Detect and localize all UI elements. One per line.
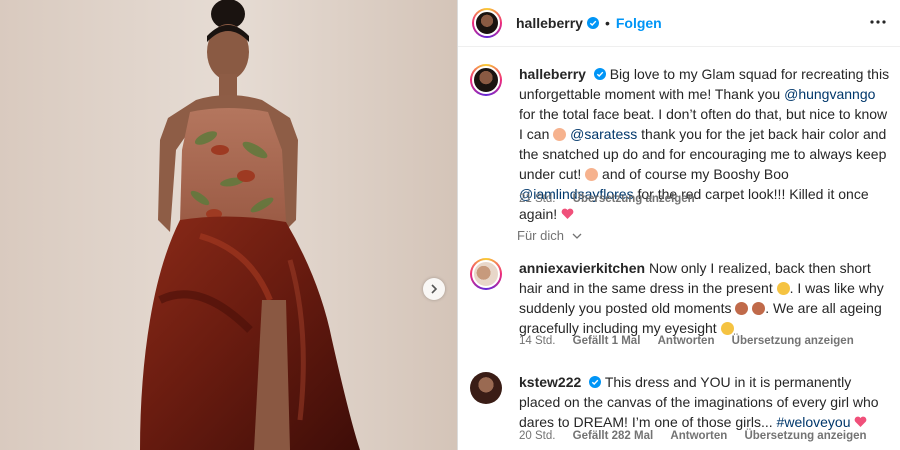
emoji-icon bbox=[735, 302, 749, 315]
heart-emoji-icon bbox=[855, 416, 867, 427]
hashtag-link[interactable]: #weloveyou bbox=[777, 414, 851, 430]
mention-link[interactable]: @saratess bbox=[570, 126, 637, 142]
avatar-image bbox=[474, 10, 500, 36]
separator-dot: • bbox=[604, 15, 610, 31]
emoji-icon bbox=[752, 302, 766, 315]
avatar-image bbox=[472, 260, 500, 288]
sort-label: Für dich bbox=[517, 228, 564, 243]
verified-badge-icon bbox=[589, 376, 602, 388]
likes-count[interactable]: Gefällt 282 Mal bbox=[573, 430, 654, 442]
translate-button[interactable]: Übersetzung anzeigen bbox=[573, 193, 695, 205]
comment-time[interactable]: 14 Std. bbox=[519, 335, 555, 347]
more-options-icon[interactable] bbox=[868, 12, 888, 32]
emoji-icon bbox=[776, 282, 790, 295]
heart-emoji-icon bbox=[561, 208, 574, 219]
next-photo-button[interactable] bbox=[423, 278, 445, 300]
mention-link[interactable]: @hungvanngo bbox=[784, 86, 875, 102]
chevron-down-icon bbox=[572, 233, 582, 239]
caption-text-4: and of course my Booshy Boo bbox=[598, 166, 789, 182]
caption-meta: 21 Std. Übersetzung anzeigen bbox=[519, 193, 709, 205]
verified-badge-icon bbox=[586, 17, 599, 29]
avatar-image bbox=[470, 372, 502, 404]
comment-meta: 14 Std. Gefällt 1 Mal Antworten Übersetz… bbox=[519, 335, 868, 347]
author-username[interactable]: halleberry bbox=[516, 15, 583, 31]
sort-dropdown[interactable]: Für dich bbox=[517, 228, 582, 243]
commenter-avatar[interactable] bbox=[470, 258, 502, 290]
chevron-right-icon bbox=[431, 284, 438, 294]
commenter-avatar[interactable] bbox=[470, 372, 502, 404]
emoji-icon bbox=[720, 322, 734, 335]
reply-button[interactable]: Antworten bbox=[670, 430, 727, 442]
follow-button[interactable]: Folgen bbox=[616, 15, 662, 31]
comment-username[interactable]: kstew222 bbox=[519, 374, 581, 390]
caption-time[interactable]: 21 Std. bbox=[519, 193, 555, 205]
post-photo bbox=[0, 0, 457, 450]
translate-button[interactable]: Übersetzung anzeigen bbox=[732, 335, 854, 347]
likes-count[interactable]: Gefällt 1 Mal bbox=[573, 335, 641, 347]
avatar-image bbox=[472, 66, 500, 94]
post-image bbox=[0, 0, 457, 450]
comments-panel: halleberry • Folgen halleberry Big love … bbox=[458, 0, 900, 450]
caption: halleberry Big love to my Glam squad for… bbox=[470, 64, 890, 222]
reply-button[interactable]: Antworten bbox=[658, 335, 715, 347]
comment-text: kstew222 This dress and YOU in it is per… bbox=[519, 372, 893, 432]
comment-time[interactable]: 20 Std. bbox=[519, 430, 555, 442]
emoji-icon bbox=[553, 128, 567, 141]
author-avatar[interactable] bbox=[472, 8, 502, 38]
comment-username[interactable]: anniexavierkitchen bbox=[519, 260, 645, 276]
translate-button[interactable]: Übersetzung anzeigen bbox=[744, 430, 866, 442]
post-header: halleberry • Folgen bbox=[458, 0, 900, 47]
comment-meta: 20 Std. Gefällt 282 Mal Antworten Überse… bbox=[519, 430, 881, 442]
comment-item: anniexavierkitchen Now only I realized, … bbox=[470, 258, 890, 358]
caption-avatar[interactable] bbox=[470, 64, 502, 96]
verified-badge-icon bbox=[593, 68, 606, 80]
comment-text: anniexavierkitchen Now only I realized, … bbox=[519, 258, 893, 338]
caption-username[interactable]: halleberry bbox=[519, 66, 586, 82]
comment-item: kstew222 This dress and YOU in it is per… bbox=[470, 372, 890, 450]
emoji-icon bbox=[585, 168, 599, 181]
